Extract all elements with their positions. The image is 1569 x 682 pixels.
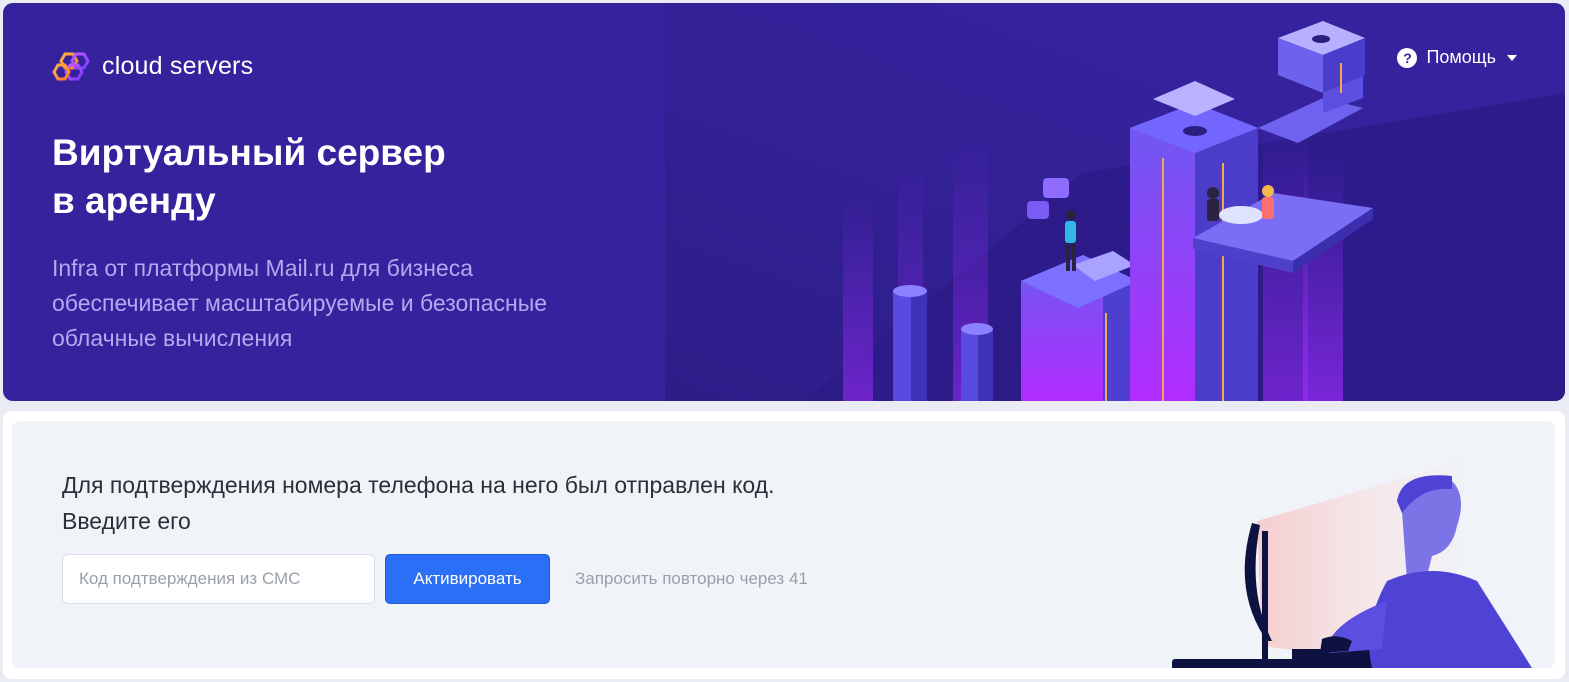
logo-text: cloud servers — [102, 51, 254, 80]
verification-message-line-1: Для подтверждения номера телефона на нег… — [62, 472, 775, 498]
hero-description-line-3: облачные вычисления — [52, 325, 293, 351]
person-at-computer-illustration — [1172, 461, 1532, 668]
page-title-line-2: в аренду — [52, 180, 216, 221]
sms-code-input[interactable] — [62, 554, 375, 604]
verification-message: Для подтверждения номера телефона на нег… — [62, 467, 962, 539]
hero-description-line-1: Infra от платформы Mail.ru для бизнеса — [52, 255, 473, 281]
hero-banner: cloud servers ? Помощь Виртуальный серве… — [3, 3, 1565, 401]
verification-message-line-2: Введите его — [62, 508, 191, 534]
isometric-servers-illustration — [803, 21, 1565, 401]
hero-description-line-2: обеспечивает масштабируемые и безопасные — [52, 290, 548, 316]
hexagon-logo-icon — [52, 52, 90, 81]
verification-card: Для подтверждения номера телефона на нег… — [3, 411, 1565, 679]
resend-code-countdown: Запросить повторно через 41 — [575, 569, 808, 588]
activate-button[interactable]: Активировать — [385, 554, 550, 604]
verification-panel: Для подтверждения номера телефона на нег… — [12, 421, 1555, 668]
hero-description: Infra от платформы Mail.ru для бизнеса о… — [52, 251, 652, 356]
page-title: Виртуальный сервер в аренду — [52, 129, 572, 225]
logo[interactable]: cloud servers — [52, 46, 253, 86]
page-title-line-1: Виртуальный сервер — [52, 132, 446, 173]
